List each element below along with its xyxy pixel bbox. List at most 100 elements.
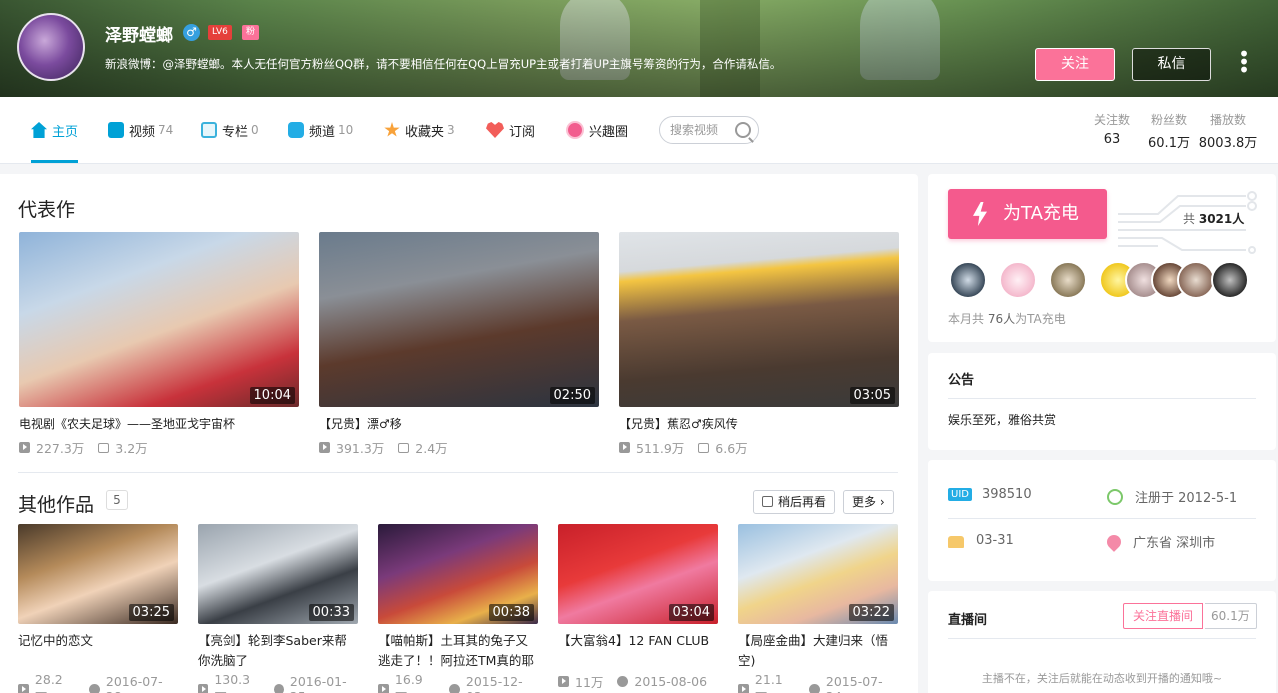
lightning-icon <box>973 202 987 226</box>
tab-video[interactable]: 视频 74 <box>108 97 173 163</box>
play-count-icon <box>619 442 630 453</box>
tab-video-count: 74 <box>158 123 174 137</box>
stat-fans-label: 粉丝数 <box>1150 113 1187 127</box>
clock-icon <box>1107 488 1123 505</box>
video-date: 2016-07-28 <box>105 674 163 693</box>
tab-channel[interactable]: 频道 10 <box>288 97 353 163</box>
video-duration: 03:05 <box>849 387 895 404</box>
tab-interest-circle-label: 兴趣圈 <box>589 124 629 140</box>
location-pin-icon <box>1104 531 1124 552</box>
video-meta: 11万 2015-08-06 <box>558 672 718 691</box>
play-count-icon <box>18 683 29 693</box>
others-title: 其他作品 <box>18 494 95 516</box>
video-thumbnail[interactable]: 03:05 <box>619 232 899 407</box>
follow-button[interactable]: 关注 <box>1035 48 1115 81</box>
play-count-icon <box>19 442 30 453</box>
video-title[interactable]: 【大富翁4】12 FAN CLUB <box>558 631 718 671</box>
stat-following[interactable]: 关注数 63 <box>1092 111 1132 147</box>
video-plays: 511.9万 <box>636 441 685 456</box>
info-card: UID 398510 注册于 2012-5-1 03-31 广东省 深圳市 <box>928 460 1276 581</box>
tab-home[interactable]: 主页 <box>31 97 79 163</box>
video-title[interactable]: 记忆中的恋文 <box>18 631 178 671</box>
section-divider <box>18 472 898 473</box>
charger-avatar[interactable] <box>1177 261 1215 299</box>
tab-favorites[interactable]: 收藏夹 3 <box>384 97 455 163</box>
video-thumbnail[interactable]: 02:50 <box>319 232 599 407</box>
other-video-card[interactable]: 03:22 【局座金曲】大建归来（悟空) 21.1万 2015-07-24 <box>738 524 898 693</box>
video-duration: 10:04 <box>249 387 295 404</box>
play-count-icon <box>319 442 330 453</box>
rep-video-card[interactable]: 03:05 【兄贵】蕉忍♂疾风传 511.9万 6.6万 <box>619 232 899 457</box>
charger-avatar[interactable] <box>999 261 1037 299</box>
charger-avatar[interactable] <box>1211 261 1249 299</box>
video-title[interactable]: 【喵帕斯】土耳其的兔子又逃走了！！阿拉还TM真的耶~ <box>378 631 538 671</box>
video-title[interactable]: 【兄贵】漂♂移 <box>319 415 599 432</box>
other-video-card[interactable]: 00:33 【亮剑】轮到李Saber来帮你洗脑了 130.3万 2016-01-… <box>198 524 358 693</box>
more-button[interactable]: 更多 › <box>843 490 894 514</box>
other-video-card[interactable]: 03:25 记忆中的恋文 28.2万 2016-07-28 <box>18 524 178 693</box>
video-title[interactable]: 【兄贵】蕉忍♂疾风传 <box>619 415 899 432</box>
fan-badge: 粉 <box>242 25 259 40</box>
charge-total: 共 3021人 <box>1183 210 1244 227</box>
video-plays: 227.3万 <box>36 441 85 456</box>
rep-video-card[interactable]: 10:04 电视剧《农夫足球》——圣地亚戈宇宙杯 227.3万 3.2万 <box>19 232 299 457</box>
video-thumbnail[interactable]: 03:25 <box>18 524 178 624</box>
tab-article[interactable]: 专栏 0 <box>201 97 259 163</box>
follow-live-button[interactable]: 关注直播间 <box>1123 603 1204 629</box>
notice-title: 公告 <box>948 373 975 388</box>
video-thumbnail[interactable]: 03:04 <box>558 524 718 624</box>
tab-interest-circle[interactable]: 兴趣圈 <box>566 97 628 163</box>
video-thumbnail[interactable]: 10:04 <box>19 232 299 407</box>
tab-favorites-count: 3 <box>447 123 455 137</box>
register-value: 注册于 2012-5-1 <box>1135 491 1238 506</box>
video-date: 2015-08-06 <box>634 674 708 689</box>
stat-fans[interactable]: 粉丝数 60.1万 <box>1147 111 1191 151</box>
video-date: 2015-07-24 <box>825 674 883 693</box>
watch-later-button[interactable]: 稍后再看 <box>753 490 836 514</box>
video-thumbnail[interactable]: 00:38 <box>378 524 538 624</box>
search-placeholder: 搜索视频 <box>670 123 719 137</box>
video-thumbnail[interactable]: 00:33 <box>198 524 358 624</box>
charger-avatar[interactable] <box>1049 261 1087 299</box>
video-thumbnail[interactable]: 03:22 <box>738 524 898 624</box>
search-icon[interactable] <box>735 122 751 138</box>
charge-month-suffix: 为TA充电 <box>1015 312 1066 326</box>
play-count-icon <box>738 683 749 693</box>
other-video-card[interactable]: 00:38 【喵帕斯】土耳其的兔子又逃走了！！阿拉还TM真的耶~ 16.9万 2… <box>378 524 538 693</box>
tab-subscribe-label: 订阅 <box>509 124 536 140</box>
clock-icon <box>273 683 284 693</box>
charger-avatar[interactable] <box>949 261 987 299</box>
message-button[interactable]: 私信 <box>1132 48 1211 81</box>
tab-subscribe[interactable]: 订阅 <box>486 97 535 163</box>
avatar[interactable] <box>17 13 85 81</box>
notice-card: 公告 娱乐至死，雅俗共赏 <box>928 353 1276 450</box>
video-title[interactable]: 电视剧《农夫足球》——圣地亚戈宇宙杯 <box>19 415 299 432</box>
representative-title: 代表作 <box>18 199 76 221</box>
channel-icon <box>288 122 304 138</box>
profile-nav: 主页 视频 74 专栏 0 频道 10 收藏夹 3 订阅 兴趣圈 搜索视频 关注… <box>0 97 1278 164</box>
video-title[interactable]: 【亮剑】轮到李Saber来帮你洗脑了 <box>198 631 358 671</box>
search-input[interactable]: 搜索视频 <box>659 116 759 144</box>
tab-favorites-label: 收藏夹 <box>405 124 445 140</box>
home-icon <box>31 122 47 138</box>
others-count-badge: 5 <box>106 490 128 510</box>
charge-button[interactable]: 为TA充电 <box>948 189 1107 239</box>
charge-month-prefix: 本月共 <box>948 312 985 326</box>
clock-icon <box>88 683 100 693</box>
rep-video-card[interactable]: 02:50 【兄贵】漂♂移 391.3万 2.4万 <box>319 232 599 457</box>
more-menu-icon[interactable]: • • • <box>1236 44 1252 80</box>
video-title[interactable]: 【局座金曲】大建归来（悟空) <box>738 631 898 671</box>
video-date: 2015-12-03 <box>465 674 523 693</box>
live-status: 主播不在，关注后就能在动态收到开播的通知哦~ <box>981 672 1223 685</box>
video-meta: 21.1万 2015-07-24 <box>738 672 898 693</box>
video-duration: 03:22 <box>848 604 894 621</box>
charge-card: 为TA充电 共 3021人 本月共 76人为TA充电 <box>928 174 1276 342</box>
other-video-card[interactable]: 03:04 【大富翁4】12 FAN CLUB 11万 2015-08-06 <box>558 524 718 691</box>
notice-divider <box>948 398 1256 399</box>
play-count-icon <box>558 676 569 687</box>
chevron-right-icon: › <box>879 495 885 509</box>
male-icon: ♂ <box>183 24 200 41</box>
uid-icon: UID <box>948 488 972 501</box>
video-duration: 03:25 <box>128 604 174 621</box>
clock-icon <box>762 496 773 507</box>
